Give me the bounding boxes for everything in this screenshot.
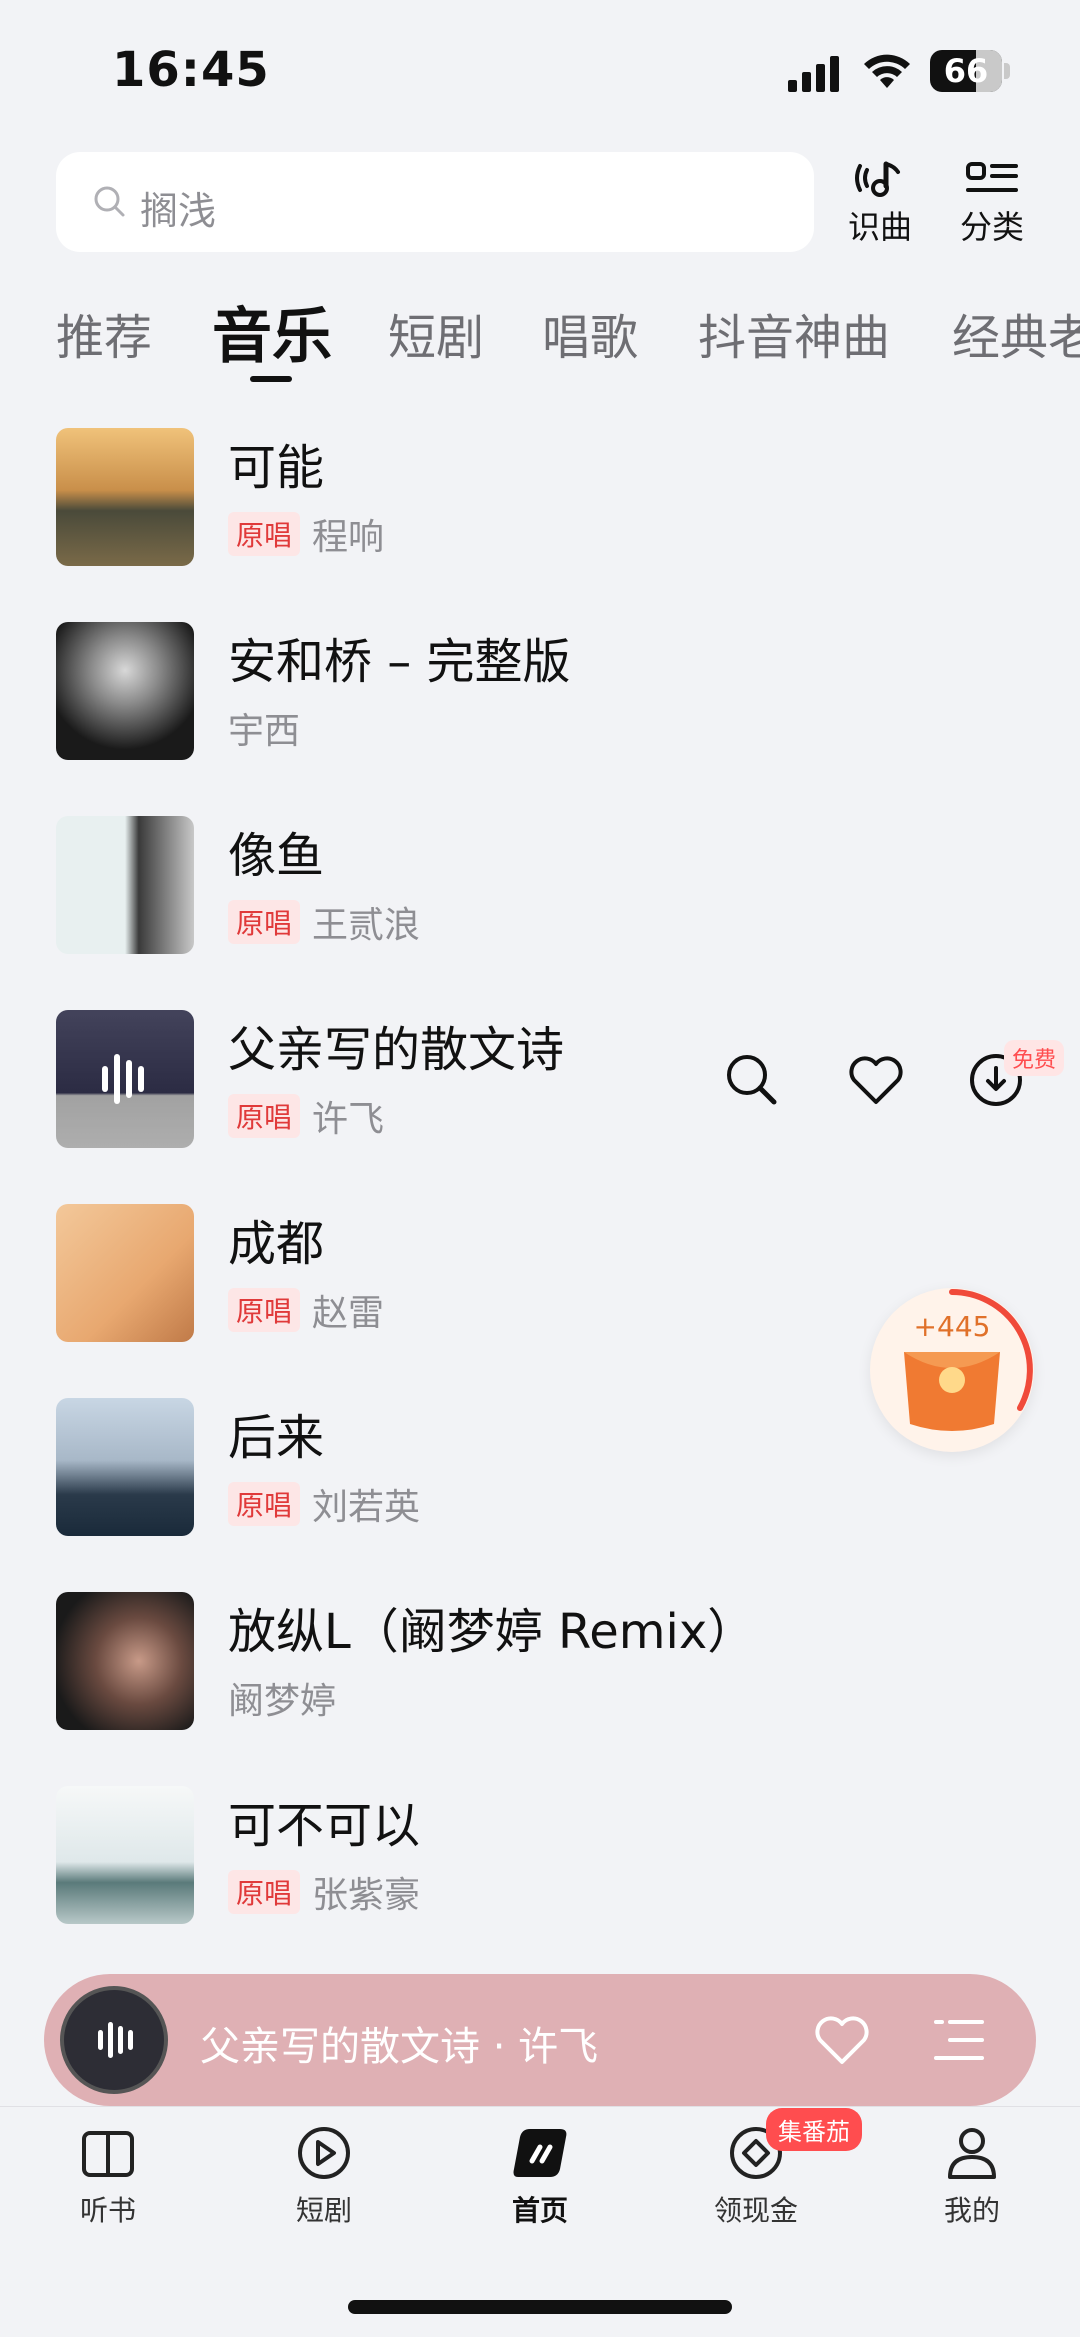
tab-douyin-hits[interactable]: 抖音神曲 <box>698 298 890 368</box>
original-badge: 原唱 <box>228 1094 301 1138</box>
playing-wave-icon <box>56 1010 194 1148</box>
song-artist: 刘若英 <box>312 1487 421 1528</box>
playlist-icon[interactable] <box>932 2016 986 2064</box>
song-row[interactable]: 像鱼 原唱 王贰浪 <box>56 816 1080 956</box>
mini-player[interactable]: 父亲写的散文诗 · 许飞 <box>44 1974 1036 2106</box>
search-song-icon[interactable] <box>722 1050 782 1110</box>
tab-sing[interactable]: 唱歌 <box>542 298 638 368</box>
music-recognize-label: 识曲 <box>847 208 912 246</box>
album-cover <box>56 1592 194 1730</box>
nav-label: 首页 <box>511 2194 568 2227</box>
home-indicator <box>348 2300 732 2314</box>
song-row[interactable]: 可不可以 原唱 张紫豪 <box>56 1786 1080 1926</box>
category-icon <box>966 162 1018 192</box>
home-icon <box>513 2129 567 2177</box>
profile-icon <box>948 2128 996 2179</box>
player-favorite-icon[interactable] <box>814 2014 870 2066</box>
status-time: 16:45 <box>112 42 270 98</box>
song-artist: 赵雷 <box>312 1293 385 1334</box>
book-icon <box>82 2131 134 2177</box>
search-placeholder: 搁浅 <box>140 189 217 233</box>
song-artist: 王贰浪 <box>312 905 421 946</box>
album-cover <box>56 1204 194 1342</box>
active-tab-indicator <box>250 376 292 382</box>
category-label: 分类 <box>959 208 1024 246</box>
song-title: 成都 <box>228 1216 325 1272</box>
category-tabs: 推荐 音乐 短剧 唱歌 抖音神曲 经典老 <box>0 288 1080 388</box>
song-artist: 阚梦婷 <box>228 1681 337 1722</box>
album-cover <box>56 1786 194 1924</box>
free-badge: 免费 <box>1004 1040 1065 1076</box>
wifi-icon <box>864 54 910 88</box>
album-cover <box>56 622 194 760</box>
now-playing-title: 父亲写的散文诗 · 许飞 <box>200 2024 599 2070</box>
favorite-icon[interactable] <box>846 1050 906 1110</box>
song-title: 放纵L（阚梦婷 Remix） <box>228 1604 756 1660</box>
song-title: 后来 <box>228 1410 325 1466</box>
red-envelope-icon <box>904 1352 1000 1431</box>
battery-icon: 66 <box>930 50 1002 92</box>
original-badge: 原唱 <box>228 1482 301 1526</box>
song-row[interactable]: 安和桥 – 完整版 宇西 <box>56 622 1080 762</box>
song-artist: 许飞 <box>312 1099 385 1140</box>
nav-short-drama[interactable]: 短剧 <box>254 2125 394 2229</box>
song-title: 安和桥 – 完整版 <box>228 634 571 690</box>
album-cover <box>56 428 194 566</box>
original-badge: 原唱 <box>228 512 301 556</box>
album-cover <box>56 1398 194 1536</box>
category-button[interactable]: 分类 <box>942 158 1042 250</box>
song-artist: 程响 <box>312 517 385 558</box>
original-badge: 原唱 <box>228 1288 301 1332</box>
tab-recommend[interactable]: 推荐 <box>56 298 152 368</box>
song-title: 像鱼 <box>228 828 325 884</box>
song-artist: 宇西 <box>228 711 301 752</box>
playing-wave-icon <box>98 2022 133 2058</box>
album-cover <box>56 816 194 954</box>
play-icon <box>298 2127 350 2179</box>
tab-classic[interactable]: 经典老 <box>952 298 1080 368</box>
signal-icon <box>788 56 839 92</box>
search-bar[interactable]: 搁浅 <box>56 152 814 252</box>
music-recognize-button[interactable]: 识曲 <box>830 158 930 250</box>
nav-listen-books[interactable]: 听书 <box>38 2125 178 2229</box>
player-disc <box>60 1986 168 2094</box>
tab-short-drama[interactable]: 短剧 <box>388 298 484 368</box>
music-recognize-icon <box>855 161 900 197</box>
song-title: 可不可以 <box>228 1798 421 1854</box>
song-title: 可能 <box>228 440 325 496</box>
battery-level: 66 <box>943 52 989 90</box>
nav-label: 我的 <box>943 2194 1000 2227</box>
original-badge: 原唱 <box>228 1870 301 1914</box>
original-badge: 原唱 <box>228 900 301 944</box>
nav-label: 听书 <box>79 2194 136 2227</box>
nav-label: 短剧 <box>295 2194 352 2227</box>
status-bar: 16:45 66 <box>0 0 1080 140</box>
nav-home[interactable]: 首页 <box>470 2125 610 2229</box>
nav-promo-badge: 集番茄 <box>766 2108 862 2151</box>
search-icon <box>94 186 125 217</box>
song-row[interactable]: 父亲写的散文诗 原唱 许飞 <box>56 1010 1080 1150</box>
reward-widget[interactable]: +445 <box>870 1288 1034 1452</box>
nav-profile[interactable]: 我的 <box>902 2125 1042 2229</box>
nav-label: 领现金 <box>713 2194 798 2227</box>
tab-music[interactable]: 音乐 <box>212 288 332 375</box>
song-artist: 张紫豪 <box>312 1875 421 1916</box>
song-title: 父亲写的散文诗 <box>228 1022 565 1078</box>
song-row[interactable]: 可能 原唱 程响 <box>56 428 1080 568</box>
song-row[interactable]: 放纵L（阚梦婷 Remix） 阚梦婷 <box>56 1592 1080 1732</box>
album-cover <box>56 1010 194 1148</box>
